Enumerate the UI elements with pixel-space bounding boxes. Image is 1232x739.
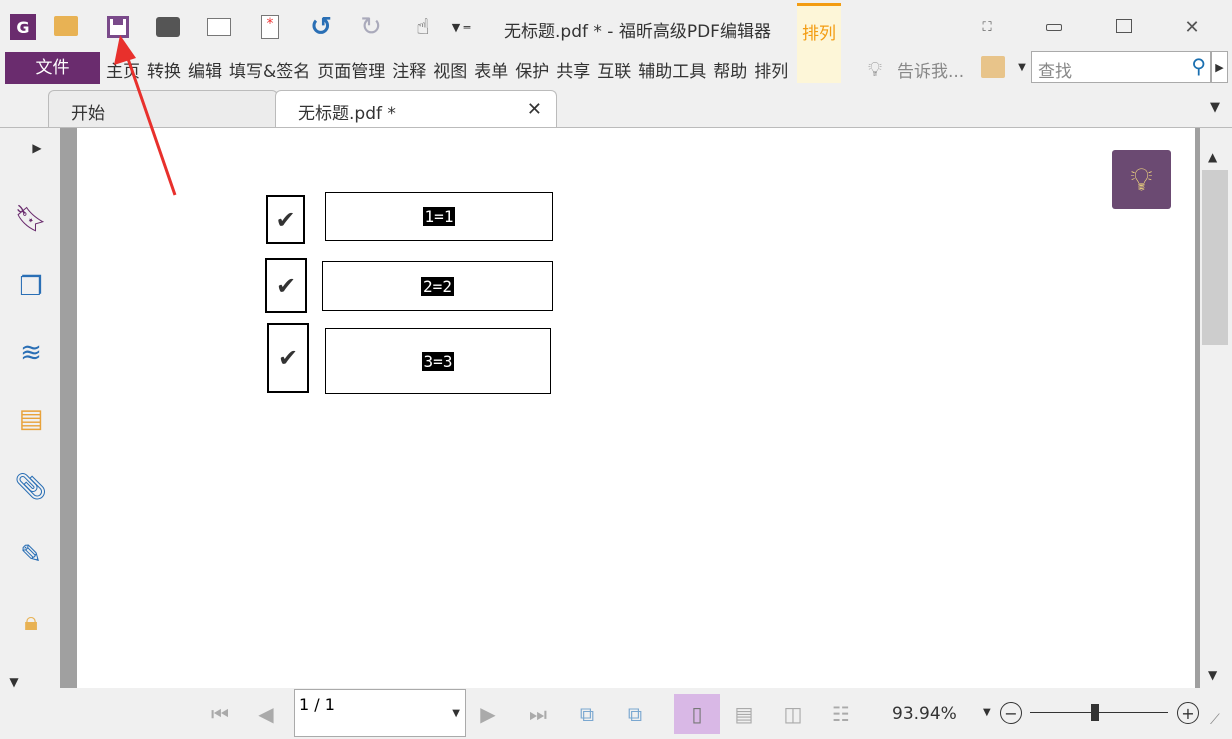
text-field-3[interactable]: 3=3 [325,328,551,394]
next-view-icon[interactable]: ⧉ [622,700,648,728]
menu-edit[interactable]: 编辑 [188,62,222,82]
zoom-dropdown-icon[interactable]: ▼ [983,707,991,718]
check-icon: ✔ [275,271,297,300]
check-icon: ✔ [277,344,299,372]
menu-connect[interactable]: 互联 [597,62,631,82]
expand-panel-icon[interactable]: ▶ [30,140,44,156]
context-tab-label: 排列 [802,24,836,44]
page-number-input[interactable]: 1 / 1 ▼ [294,689,466,737]
comments-icon[interactable]: ▤ [14,402,48,436]
open-folder-icon[interactable] [54,16,78,36]
zoom-out-icon[interactable]: − [1000,702,1022,724]
tips-lightbulb-button[interactable]: 💡︎ [1112,150,1171,209]
red-arrow-annotation [114,35,177,196]
vertical-scrollbar[interactable]: ▲ ▼ [1200,128,1232,688]
check-icon: ✔ [275,205,296,234]
scroll-up-icon[interactable]: ▲ [1208,150,1217,164]
checkbox-2[interactable]: ✔ [265,258,307,313]
minimize-icon[interactable] [1040,20,1068,34]
checkbox-3[interactable]: ✔ [267,323,309,393]
text-field-value: 2=2 [421,276,454,296]
search-dropdown-icon[interactable]: ▼ [1016,60,1028,74]
menu-arrange[interactable]: 排列 [754,62,788,82]
security-lock-icon[interactable]: 🔒︎ [14,605,48,639]
scroll-thumb[interactable] [1202,170,1228,345]
title-separator: - [607,22,614,42]
scroll-down-icon[interactable]: ▼ [1208,668,1217,682]
fullscreen-icon[interactable]: ⛶ [976,16,998,38]
text-field-2[interactable]: 2=2 [322,261,553,311]
panel-splitter[interactable] [60,128,77,688]
folder-search-icon[interactable] [981,56,1005,78]
window-title: 无标题.pdf * - 福昕高级PDF编辑器 [504,17,771,42]
menu-help[interactable]: 帮助 [713,62,747,82]
search-box[interactable]: 查找 ⚲ [1031,51,1211,83]
hand-tool-icon[interactable]: ☝ [410,13,436,41]
tabs-dropdown-icon[interactable]: ▼ [1206,100,1224,115]
text-field-value: 1=1 [422,207,456,226]
app-name: 福昕高级PDF编辑器 [618,22,771,42]
undo-icon[interactable]: ↺ [308,12,334,42]
customize-dropdown-icon[interactable]: ▼ ═ [446,18,476,36]
pages-thumbnails-icon[interactable]: ❐ [14,270,48,304]
first-page-button[interactable]: ⏮︎ [206,700,234,728]
page-number-value: 1 / 1 [299,695,335,714]
close-tab-icon[interactable]: ✕ [527,99,542,120]
close-window-icon[interactable]: ✕ [1180,16,1204,38]
attachments-icon[interactable]: 📎︎ [14,470,48,504]
facing-view-icon[interactable]: ◫ [780,700,806,728]
search-icon[interactable]: ⚲ [1191,54,1206,78]
context-tab-header[interactable]: 排列 [797,3,841,83]
tell-me-input[interactable]: 告诉我... [897,57,964,82]
file-menu-button[interactable]: 文件 [5,52,100,84]
zoom-slider-thumb[interactable] [1090,704,1099,721]
search-placeholder: 查找 [1038,62,1072,82]
next-page-button[interactable]: ▶ [478,700,498,728]
checkbox-1[interactable]: ✔ [266,195,305,244]
signatures-icon[interactable]: ✎ [14,538,48,572]
previous-page-button[interactable]: ◀ [256,700,276,728]
email-icon[interactable] [207,18,231,36]
menu-fill-sign[interactable]: 填写&签名 [229,62,310,82]
continuous-view-icon[interactable]: ▤ [732,700,756,728]
file-name: 无标题.pdf * [504,22,602,42]
menu-form[interactable]: 表单 [474,62,508,82]
resize-grip-icon[interactable]: ⟋ [1210,712,1220,728]
maximize-icon[interactable] [1112,16,1136,36]
pdf-page [77,128,1195,688]
tab-document-label: 无标题.pdf * [298,104,396,124]
app-logo-icon[interactable]: G [10,14,36,40]
tab-document[interactable]: 无标题.pdf * ✕ [275,90,557,128]
zoom-level[interactable]: 93.94% [892,704,957,724]
menu-protect[interactable]: 保护 [515,62,549,82]
sidebar-down-icon[interactable]: ▼ [6,675,22,689]
text-field-value: 3=3 [421,351,455,371]
zoom-slider[interactable] [1030,704,1168,721]
ribbon-scroll-right-icon[interactable]: ▶ [1211,51,1228,83]
page-dropdown-icon[interactable]: ▼ [452,708,460,719]
menu-comment[interactable]: 注释 [392,62,426,82]
single-page-view-button[interactable]: ▯ [674,694,720,734]
text-field-1[interactable]: 1=1 [325,192,553,241]
zoom-in-icon[interactable]: + [1177,702,1199,724]
previous-view-icon[interactable]: ⧉ [574,700,600,728]
ribbon-menu: 主页 转换 编辑 填写&签名 页面管理 注释 视图 表单 保护 共享 互联 辅助工具 帮助 排列 [106,57,795,82]
bookmarks-icon[interactable]: 🔖︎ [14,202,48,236]
menu-organize[interactable]: 页面管理 [317,62,385,82]
menu-accessibility[interactable]: 辅助工具 [638,62,706,82]
continuous-facing-view-icon[interactable]: ☷ [828,700,854,728]
new-document-icon[interactable]: * [261,15,279,39]
menu-share[interactable]: 共享 [556,62,590,82]
last-page-button[interactable]: ⏭︎ [524,700,552,728]
menu-view[interactable]: 视图 [433,62,467,82]
layers-icon[interactable]: ≋ [14,336,48,370]
lightbulb-icon: 💡︎ [868,57,882,81]
redo-icon[interactable]: ↻ [358,12,384,42]
